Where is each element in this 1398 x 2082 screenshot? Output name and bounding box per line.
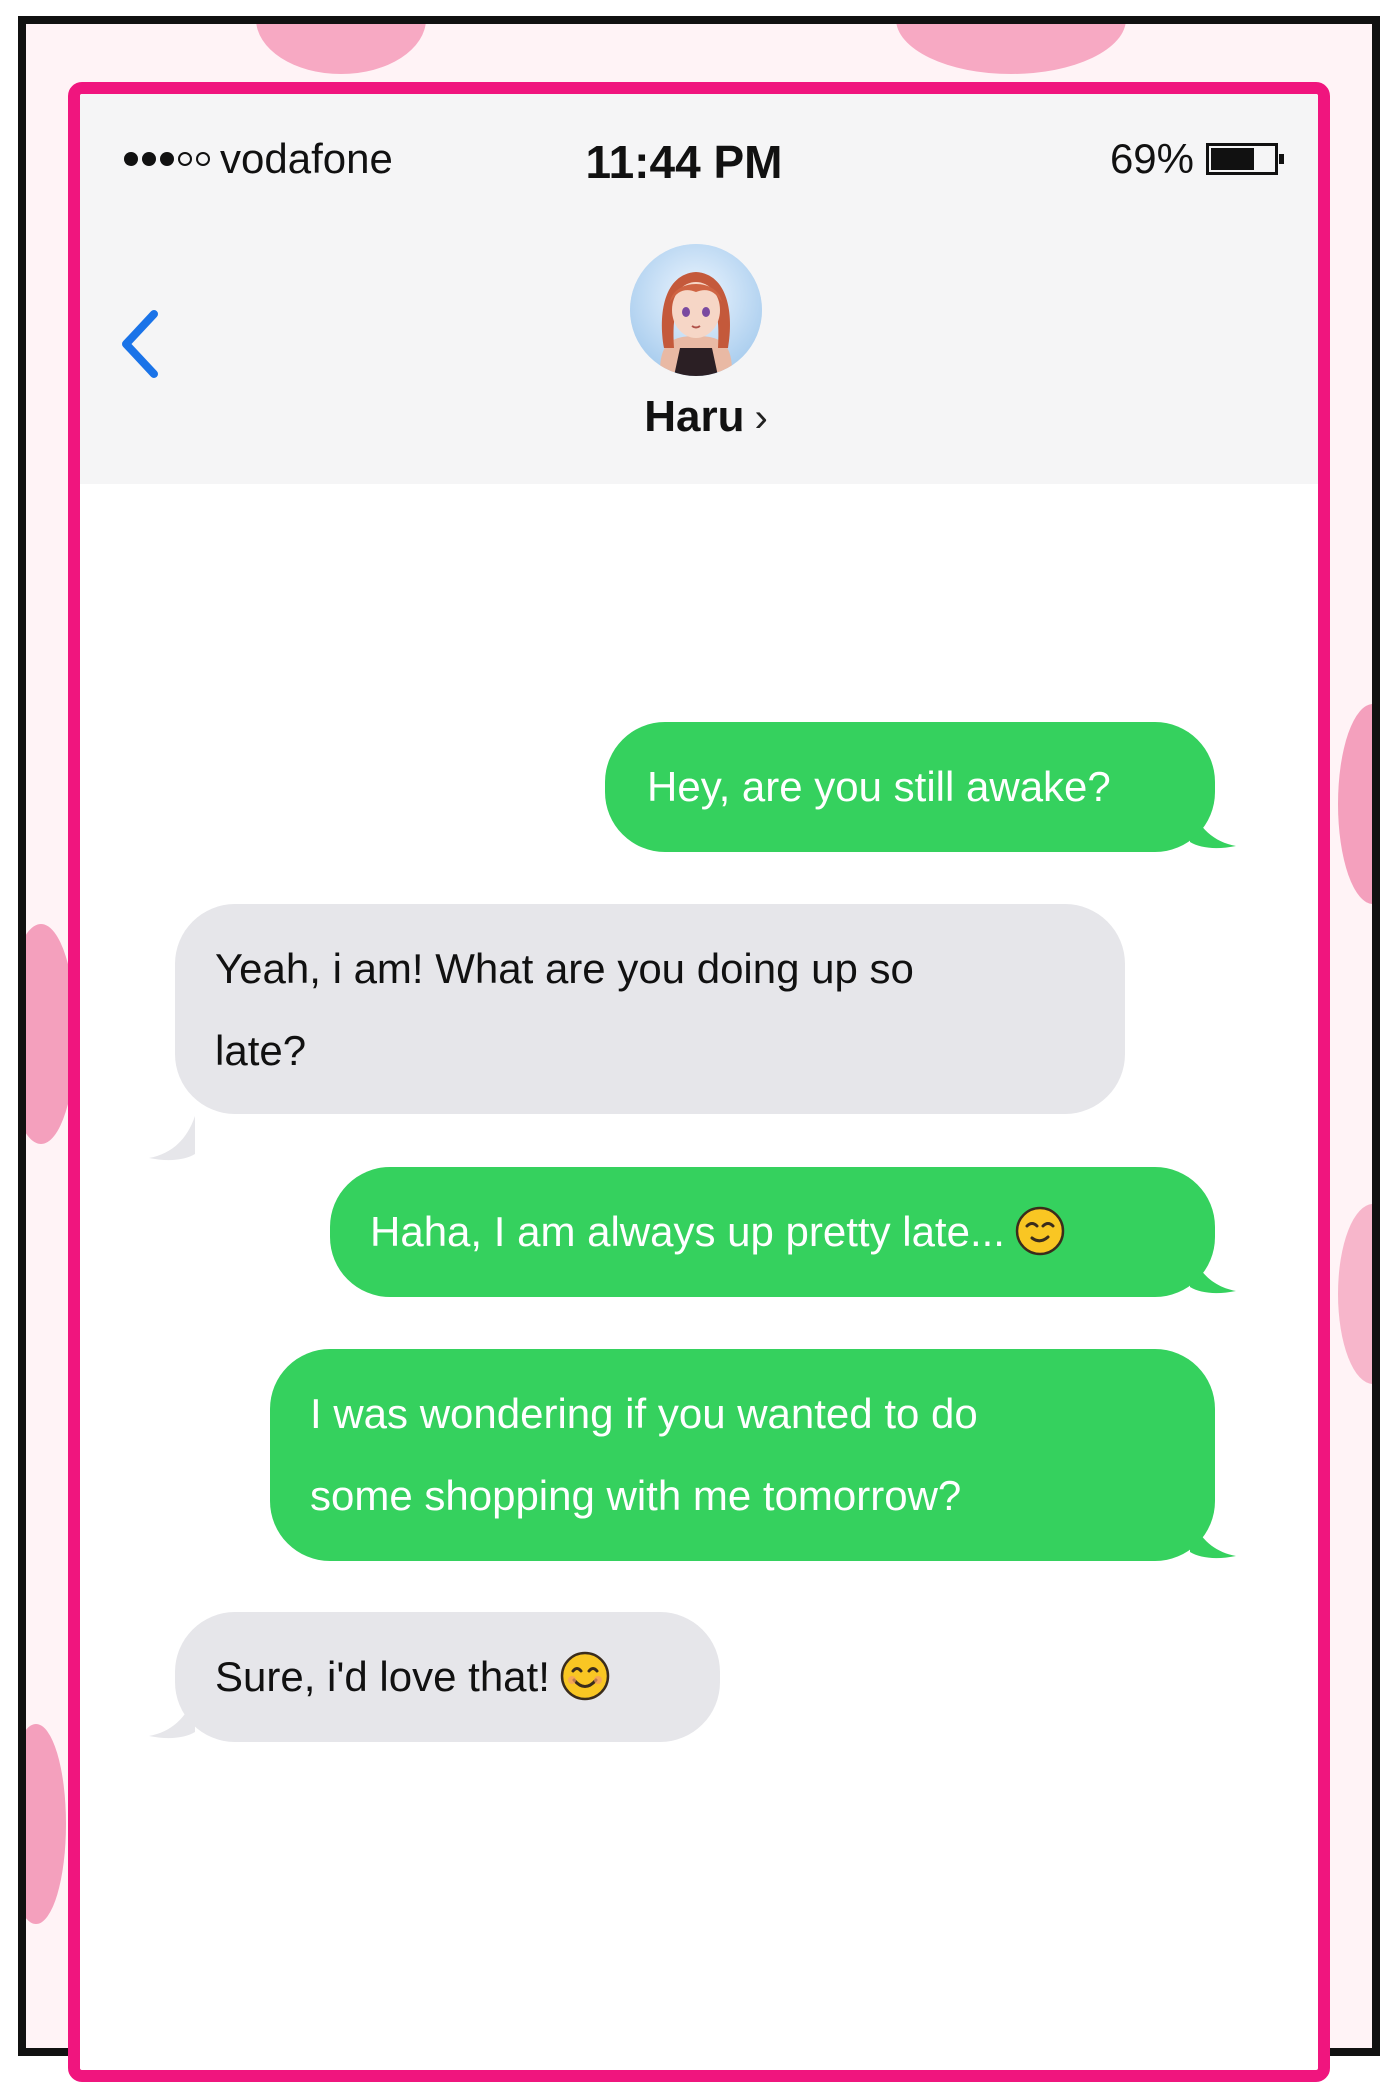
- contact-name: Haru: [644, 392, 745, 441]
- message-bubble-outgoing[interactable]: I was wondering if you wanted to do some…: [270, 1349, 1215, 1561]
- contact-name-button[interactable]: Haru ›: [94, 392, 1318, 442]
- battery-icon: [1206, 143, 1284, 175]
- battery-indicator: 69%: [1109, 134, 1284, 184]
- background-heart-decoration: [896, 24, 1126, 74]
- background-heart-decoration: [1338, 1204, 1372, 1384]
- message-text: Sure, i'd love that!: [215, 1653, 550, 1700]
- anime-girl-avatar-icon: [630, 244, 762, 376]
- message-bubble-outgoing[interactable]: Haha, I am always up pretty late...: [330, 1167, 1215, 1297]
- back-button[interactable]: [110, 299, 170, 389]
- phone-screen: vodafone 11:44 PM 69% Haru › Hey, are yo…: [68, 82, 1330, 2082]
- chevron-right-icon: ›: [754, 396, 768, 440]
- message-bubble-incoming[interactable]: Yeah, i am! What are you doing up so lat…: [175, 904, 1125, 1114]
- message-text-line: late?: [215, 1027, 307, 1074]
- background-heart-decoration: [26, 1724, 66, 1924]
- message-text: Hey, are you still awake?: [647, 763, 1111, 810]
- message-text-line: Yeah, i am! What are you doing up so: [215, 945, 914, 992]
- contact-avatar[interactable]: [630, 244, 762, 376]
- smile-emoji-icon: [560, 1651, 610, 1701]
- message-text-line: I was wondering if you wanted to do: [310, 1390, 978, 1437]
- chevron-left-icon: [122, 310, 158, 378]
- background-heart-decoration: [256, 24, 426, 74]
- status-bar: vodafone 11:44 PM 69%: [80, 94, 1318, 214]
- battery-percentage: 69%: [1109, 135, 1194, 182]
- message-bubble-incoming[interactable]: Sure, i'd love that!: [175, 1612, 720, 1742]
- message-text-line: some shopping with me tomorrow?: [310, 1472, 962, 1519]
- background-heart-decoration: [1338, 704, 1372, 904]
- smirk-emoji-icon: [1015, 1206, 1065, 1256]
- conversation-header: Haru ›: [80, 214, 1318, 484]
- message-text: Haha, I am always up pretty late...: [370, 1208, 1005, 1255]
- message-bubble-outgoing[interactable]: Hey, are you still awake?: [605, 722, 1215, 852]
- bubble-tail: [145, 1116, 195, 1171]
